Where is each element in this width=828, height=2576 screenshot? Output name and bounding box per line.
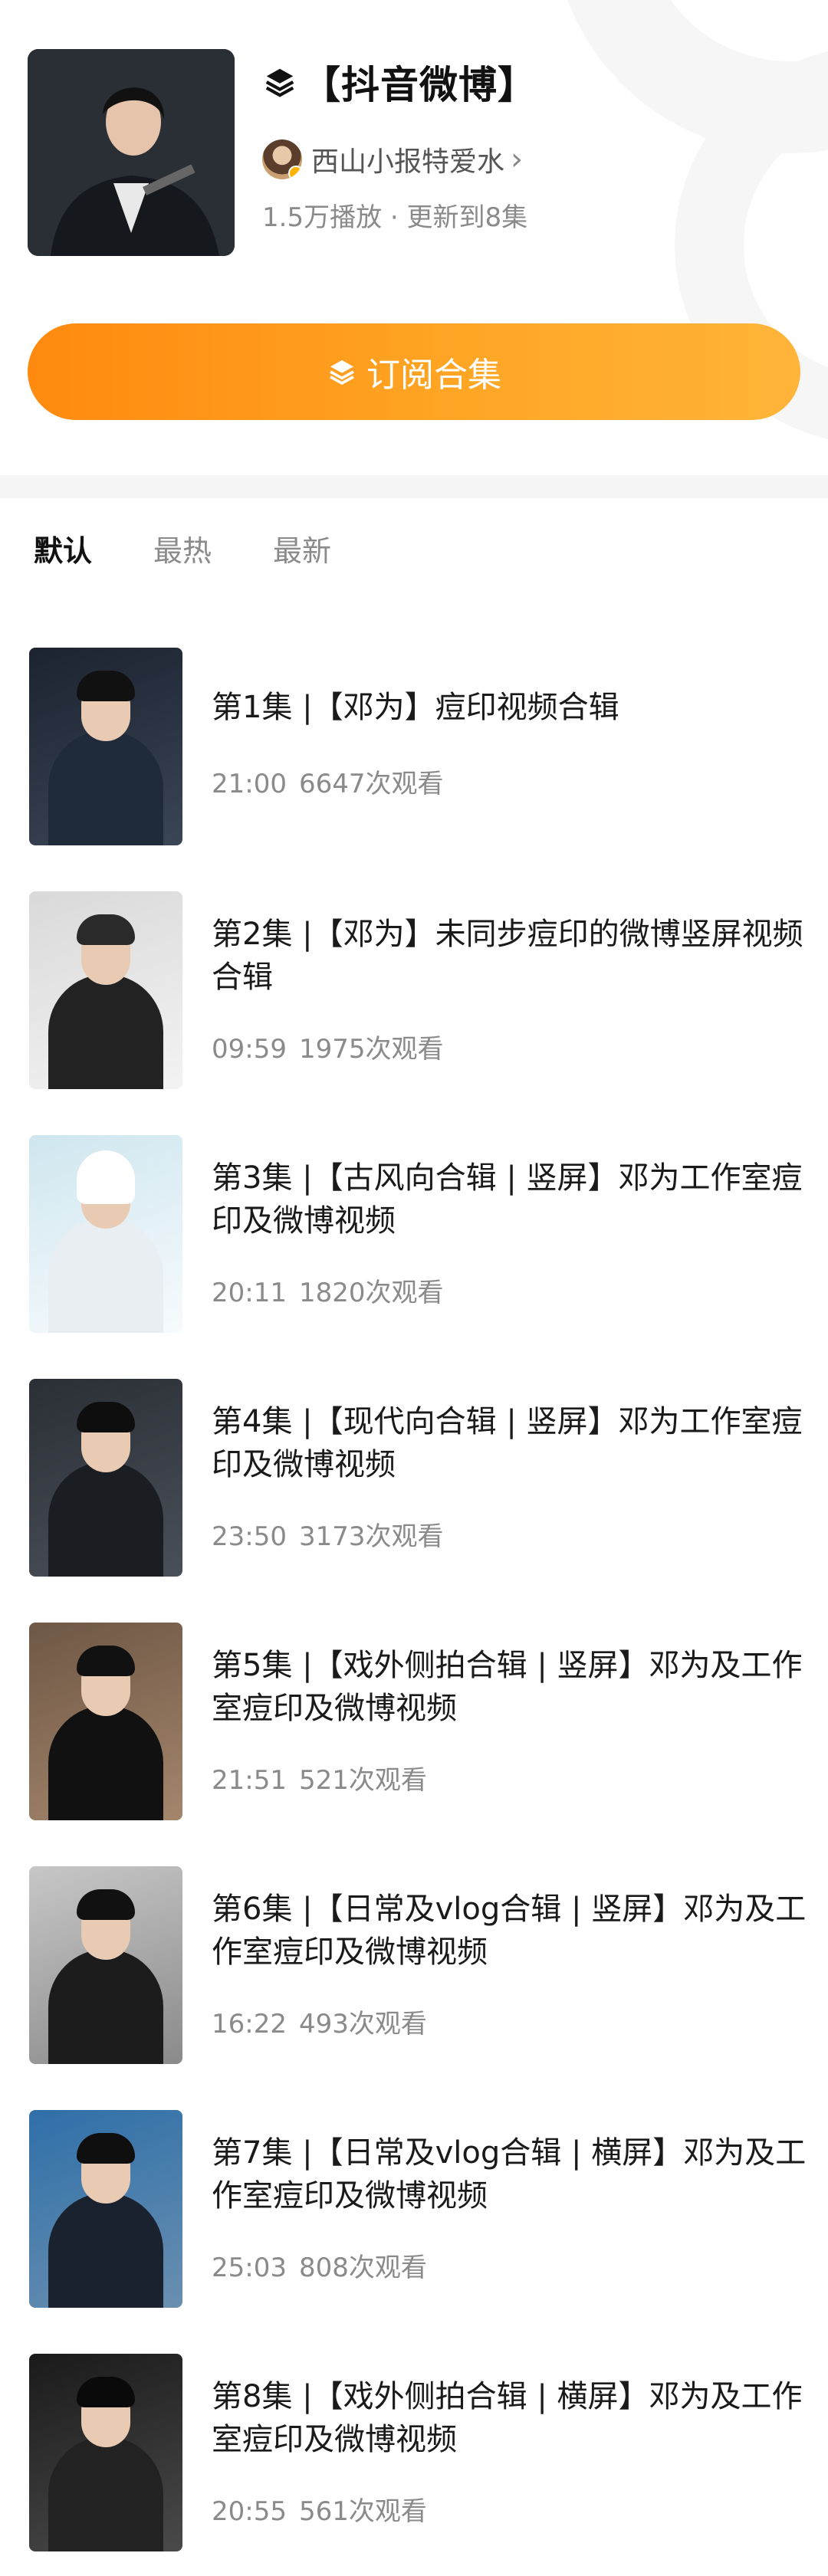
section-divider <box>0 475 828 498</box>
collection-cover[interactable] <box>28 49 235 256</box>
collection-stats: 1.5万播放 · 更新到8集 <box>262 202 528 233</box>
episode-item[interactable]: 第6集 |【日常及vlog合辑 | 竖屏】邓为及工作室痘印及微博视频 16:22… <box>0 1866 828 2110</box>
verified-badge-icon <box>288 166 302 179</box>
episode-title[interactable]: 第7集 |【日常及vlog合辑 | 横屏】邓为及工作室痘印及微博视频 <box>212 2131 810 2217</box>
collection-header: 【抖音微博】 西山小报特爱水 › 1.5万播放 · 更新到8集 订阅合集 <box>0 0 828 475</box>
chevron-right-icon[interactable]: › <box>511 144 523 175</box>
episode-duration: 09:59 <box>212 1034 287 1065</box>
tab-newest[interactable]: 最新 <box>273 527 331 569</box>
author-avatar[interactable] <box>262 139 302 179</box>
episode-title[interactable]: 第4集 |【现代向合辑 | 竖屏】邓为工作室痘印及微博视频 <box>212 1400 810 1486</box>
episode-views: 561次观看 <box>298 2496 427 2527</box>
episode-item[interactable]: 第4集 |【现代向合辑 | 竖屏】邓为工作室痘印及微博视频 23:50 3173次… <box>0 1379 828 1623</box>
episode-thumbnail[interactable] <box>29 1135 182 1333</box>
episode-item[interactable]: 第5集 |【戏外侧拍合辑 | 竖屏】邓为及工作室痘印及微博视频 21:51 521… <box>0 1623 828 1866</box>
episode-meta: 16:22 493次观看 <box>212 2003 427 2040</box>
episode-list: 第1集 |【邓为】痘印视频合辑 21:00 6647次观看 第2集 |【邓为】未同… <box>0 648 828 2576</box>
episode-title[interactable]: 第1集 |【邓为】痘印视频合辑 <box>212 686 619 729</box>
episode-meta: 20:55 561次观看 <box>212 2490 427 2528</box>
episode-thumbnail[interactable] <box>29 648 182 845</box>
episode-views: 808次观看 <box>298 2253 427 2283</box>
episode-meta: 21:00 6647次观看 <box>212 763 444 800</box>
layers-icon <box>265 68 294 97</box>
episode-thumbnail[interactable] <box>29 2354 182 2551</box>
tab-hottest[interactable]: 最热 <box>153 527 212 569</box>
sort-tabs: 默认 最热 最新 <box>0 498 828 598</box>
episode-title[interactable]: 第2集 |【邓为】未同步痘印的微博竖屏视频合辑 <box>212 913 810 999</box>
episode-meta: 20:11 1820次观看 <box>212 1272 444 1309</box>
episode-meta: 25:03 808次观看 <box>212 2246 427 2284</box>
episode-title[interactable]: 第3集 |【古风向合辑 | 竖屏】邓为工作室痘印及微博视频 <box>212 1157 810 1242</box>
episode-title[interactable]: 第6集 |【日常及vlog合辑 | 竖屏】邓为及工作室痘印及微博视频 <box>212 1888 810 1974</box>
episode-views: 1820次观看 <box>298 1278 444 1308</box>
episode-duration: 25:03 <box>212 2253 287 2283</box>
episode-meta: 23:50 3173次观看 <box>212 1515 444 1553</box>
episode-duration: 21:51 <box>212 1765 287 1796</box>
subscribe-button[interactable]: 订阅合集 <box>28 323 800 420</box>
collection-page: 【抖音微博】 西山小报特爱水 › 1.5万播放 · 更新到8集 订阅合集 默认 … <box>0 0 828 2576</box>
collection-title: 【抖音微博】 <box>302 63 537 107</box>
tab-default[interactable]: 默认 <box>34 527 92 569</box>
subscribe-label: 订阅合集 <box>366 356 501 395</box>
episode-views: 3173次观看 <box>298 1521 444 1552</box>
episode-thumbnail[interactable] <box>29 2110 182 2308</box>
episode-thumbnail[interactable] <box>29 1379 182 1577</box>
episode-title[interactable]: 第8集 |【戏外侧拍合辑 | 横屏】邓为及工作室痘印及微博视频 <box>212 2375 810 2461</box>
episode-duration: 23:50 <box>212 1521 287 1552</box>
episode-views: 6647次观看 <box>298 769 444 799</box>
layers-icon <box>330 360 354 386</box>
episode-views: 1975次观看 <box>298 1034 444 1065</box>
episode-item[interactable]: 第8集 |【戏外侧拍合辑 | 横屏】邓为及工作室痘印及微博视频 20:55 561… <box>0 2354 828 2576</box>
episode-meta: 21:51 521次观看 <box>212 1759 427 1797</box>
author-link[interactable]: 西山小报特爱水 › <box>262 138 523 181</box>
collection-title-row: 【抖音微博】 <box>262 55 537 109</box>
episode-views: 521次观看 <box>298 1765 427 1796</box>
episode-duration: 16:22 <box>212 2009 287 2039</box>
episode-views: 493次观看 <box>298 2009 427 2039</box>
episode-item[interactable]: 第3集 |【古风向合辑 | 竖屏】邓为工作室痘印及微博视频 20:11 1820次… <box>0 1135 828 1379</box>
episode-meta: 09:59 1975次观看 <box>212 1028 444 1065</box>
episode-title[interactable]: 第5集 |【戏外侧拍合辑 | 竖屏】邓为及工作室痘印及微博视频 <box>212 1644 810 1730</box>
episode-duration: 20:11 <box>212 1278 287 1308</box>
author-name[interactable]: 西山小报特爱水 <box>311 139 504 179</box>
episode-thumbnail[interactable] <box>29 1866 182 2064</box>
episode-duration: 21:00 <box>212 769 287 799</box>
episode-item[interactable]: 第1集 |【邓为】痘印视频合辑 21:00 6647次观看 <box>0 648 828 891</box>
episode-item[interactable]: 第7集 |【日常及vlog合辑 | 横屏】邓为及工作室痘印及微博视频 25:03… <box>0 2110 828 2354</box>
episode-thumbnail[interactable] <box>29 891 182 1089</box>
episode-item[interactable]: 第2集 |【邓为】未同步痘印的微博竖屏视频合辑 09:59 1975次观看 <box>0 891 828 1135</box>
episode-duration: 20:55 <box>212 2496 287 2527</box>
episode-thumbnail[interactable] <box>29 1623 182 1820</box>
